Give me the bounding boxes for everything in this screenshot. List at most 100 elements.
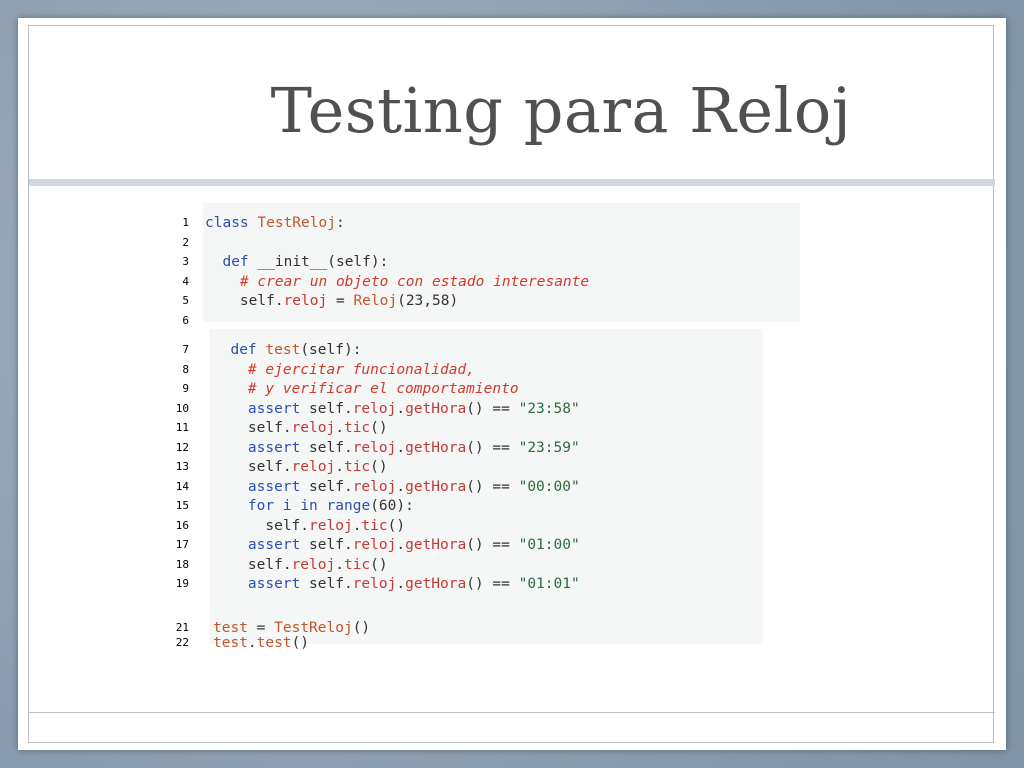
code-token: (23,58) [397,293,459,309]
code-token: self. [205,293,284,309]
footer-divider [29,712,995,713]
code-token: test [265,342,301,358]
code-text: def test(self): [213,340,361,360]
line-number: 13 [175,460,189,473]
code-token: . [396,479,406,495]
code-token: assert [247,537,301,553]
code-token: reloj [291,557,336,573]
code-token: TestReloj [257,215,336,231]
code-token: . [396,537,406,553]
code-token: () [291,635,310,651]
line-number: 7 [182,343,189,356]
code-token: () [370,420,388,436]
line-number: 8 [182,363,189,376]
code-text: self.reloj.tic() [213,418,388,438]
code-token: self. [213,459,292,475]
line-number: 17 [175,538,189,551]
line-number: 9 [182,382,189,395]
line-number: 15 [175,499,189,512]
code-token: # ejercitar funcionalidad, [247,362,475,378]
code-token: () == [466,401,519,417]
code-text: def __init__(self): [205,252,388,272]
line-number: 1 [182,216,189,229]
code-token: range [326,498,371,514]
code-token: getHora [405,479,467,495]
code-text: # ejercitar funcionalidad, [213,360,475,380]
line-number: 6 [182,314,189,327]
code-text: assert self.reloj.getHora() == "01:01" [213,574,580,594]
code-token: for [247,498,275,514]
code-token: reloj [352,401,397,417]
line-number: 11 [175,421,189,434]
code-text: self.reloj.tic() [213,516,405,536]
code-text: self.reloj.tic() [213,555,388,575]
code-token: tic [343,420,371,436]
code-token: self. [300,440,353,456]
code-token: reloj [352,440,397,456]
line-number: 4 [182,275,189,288]
code-token: # crear un objeto con estado interesante [239,274,590,290]
code-token: __init__(self): [248,254,389,270]
code-token: . [396,440,406,456]
line-number: 14 [175,480,189,493]
code-token: . [396,576,406,592]
code-token: assert [247,576,301,592]
code-token: . [247,635,257,651]
code-text: self.reloj = Reloj(23,58) [205,291,458,311]
code-token: () [387,518,406,534]
code-text: test.test() [213,633,309,653]
line-number: 18 [175,558,189,571]
code-token: () [370,459,388,475]
code-token: "23:58" [518,401,580,417]
line-number: 2 [182,236,189,249]
code-token: self. [300,479,353,495]
code-token: () == [466,537,519,553]
code-token: def [222,254,249,270]
slide-title: Testing para Reloj [270,74,852,147]
code-token: test [256,635,292,651]
code-token: getHora [405,440,467,456]
line-number: 22 [175,636,189,649]
code-text: class TestReloj: [205,213,345,233]
code-token: reloj [352,479,397,495]
code-text: assert self.reloj.getHora() == "00:00" [213,477,580,497]
code-text: assert self.reloj.getHora() == "01:00" [213,535,580,555]
code-token: getHora [405,537,467,553]
code-token: reloj [291,420,336,436]
code-token: . [335,557,344,573]
slide: Testing para Reloj 1 class TestReloj: 2 3 d… [18,18,1006,750]
code-token: () == [466,479,519,495]
code-token: test [213,635,248,651]
code-token: "00:00" [518,479,580,495]
line-number: 10 [175,402,189,415]
code-token: assert [247,479,301,495]
line-number: 5 [182,294,189,307]
code-token: tic [361,518,388,534]
code-text: for i in range(60): [213,496,414,516]
code-token: getHora [405,401,467,417]
code-token: self. [213,518,310,534]
code-text: # y verificar el comportamiento [213,379,519,399]
code-token: # y verificar el comportamiento [247,381,519,397]
code-token: i [282,498,292,514]
code-token: reloj [352,537,397,553]
code-token: Reloj [353,293,398,309]
code-token: reloj [352,576,397,592]
line-number: 19 [175,577,189,590]
code-text: self.reloj.tic() [213,457,388,477]
code-token: assert [247,401,301,417]
line-number: 12 [175,441,189,454]
code-token: self. [300,537,353,553]
code-token: "01:01" [518,576,580,592]
code-text: assert self.reloj.getHora() == "23:59" [213,438,580,458]
code-token: . [335,459,344,475]
